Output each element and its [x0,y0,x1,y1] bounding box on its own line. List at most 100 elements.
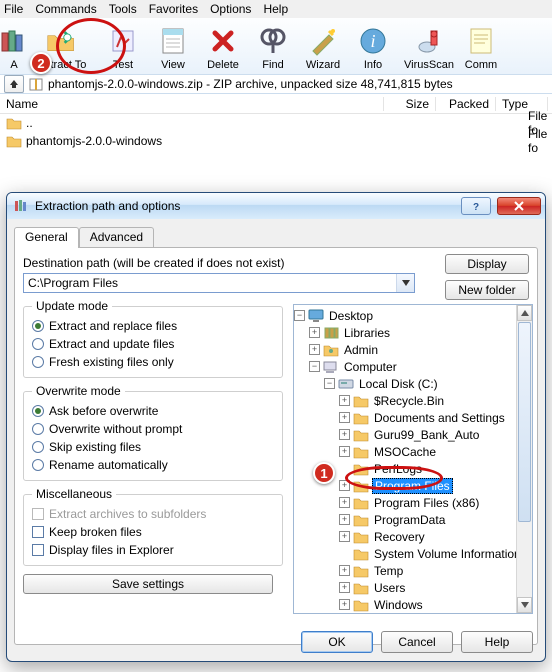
tree-node[interactable]: +Program Files (x86) [294,494,532,511]
dialog-buttons: OK Cancel Help [301,631,533,653]
tree-node[interactable]: −Computer [294,358,532,375]
display-button[interactable]: Display [445,254,529,274]
list-item[interactable]: .. File fo [0,114,552,132]
tab-advanced[interactable]: Advanced [79,227,154,247]
menu-tools[interactable]: Tools [109,2,137,16]
tree-node[interactable]: +Users [294,579,532,596]
expand-icon[interactable]: + [309,327,320,338]
collapse-icon[interactable]: − [294,310,305,321]
overwrite-mode-group: Overwrite mode Ask before overwrite Over… [23,384,283,481]
radio-extract-replace[interactable]: Extract and replace files [32,317,274,335]
tree-node-label: Admin [342,343,380,357]
up-button[interactable] [4,75,24,93]
tree-node[interactable]: +Libraries [294,324,532,341]
radio-rename-auto[interactable]: Rename automatically [32,456,274,474]
expand-icon[interactable]: + [339,429,350,440]
tree-node[interactable]: +Guru99_Bank_Auto [294,426,532,443]
toolbar-add-button[interactable]: A [2,25,26,72]
save-settings-button[interactable]: Save settings [23,574,273,594]
collapse-icon[interactable]: − [324,378,335,389]
tab-general[interactable]: General [14,227,79,248]
toolbar-extract-to-button[interactable]: Extract To [26,25,98,72]
toolbar-info-button[interactable]: i Info [348,25,398,72]
expand-icon[interactable]: + [339,565,350,576]
menu-commands[interactable]: Commands [35,2,96,16]
toolbar-delete-button[interactable]: Delete [198,25,248,72]
expand-icon[interactable]: + [309,344,320,355]
tree-node[interactable]: +ProgramData [294,511,532,528]
dest-path-combobox[interactable]: C:\Program Files [23,273,415,293]
tree-node[interactable]: −Local Disk (C:) [294,375,532,392]
virusscan-label: VirusScan [404,59,454,71]
radio-extract-update[interactable]: Extract and update files [32,335,274,353]
menu-file[interactable]: File [4,2,23,16]
toolbar-view-button[interactable]: View [148,25,198,72]
help-button[interactable]: Help [461,631,533,653]
tree-node[interactable]: +Local Disk (D:) [294,613,532,614]
tree-node[interactable]: +$Recycle.Bin [294,392,532,409]
radio-overwrite-noprompt[interactable]: Overwrite without prompt [32,420,274,438]
folder-tree[interactable]: −Desktop+Libraries+Admin−Computer−Local … [293,304,533,614]
toolbar-virusscan-button[interactable]: VirusScan [398,25,460,72]
radio-skip-existing[interactable]: Skip existing files [32,438,274,456]
chevron-down-icon[interactable] [396,274,414,292]
tree-scrollbar[interactable] [516,305,532,613]
folder-icon [353,462,369,476]
menu-help[interactable]: Help [263,2,288,16]
expand-icon[interactable]: + [339,446,350,457]
extract-to-label: Extract To [38,59,87,71]
col-size[interactable]: Size [384,97,436,111]
expand-icon[interactable]: + [339,480,350,491]
toolbar-wizard-button[interactable]: Wizard [298,25,348,72]
ok-button[interactable]: OK [301,631,373,653]
tree-node[interactable]: −Desktop [294,307,532,324]
expand-icon[interactable]: + [339,531,350,542]
tree-node[interactable]: + Admin [294,341,532,358]
tree-node[interactable]: +Windows [294,596,532,613]
collapse-icon[interactable]: − [309,361,320,372]
tree-node[interactable]: PerfLogs [294,460,532,477]
radio-icon [32,459,44,471]
menu-favorites[interactable]: Favorites [149,2,198,16]
tree-node[interactable]: System Volume Information [294,545,532,562]
help-button-titlebar[interactable]: ? [461,197,491,215]
toolbar-find-button[interactable]: Find [248,25,298,72]
list-item[interactable]: phantomjs-2.0.0-windows File fo [0,132,552,150]
add-label: A [10,59,17,71]
expand-icon[interactable]: + [339,412,350,423]
user-icon [323,343,339,357]
check-keep-broken[interactable]: Keep broken files [32,523,274,541]
tree-node[interactable]: +Documents and Settings [294,409,532,426]
cancel-button[interactable]: Cancel [381,631,453,653]
expand-icon[interactable]: + [339,599,350,610]
toolbar-comment-button[interactable]: Comm [460,25,502,72]
expand-icon[interactable]: + [339,514,350,525]
scroll-down-icon[interactable] [517,597,532,613]
scroll-up-icon[interactable] [517,305,532,321]
close-button[interactable] [497,197,541,215]
misc-legend: Miscellaneous [32,487,116,501]
expand-icon[interactable]: + [339,582,350,593]
col-packed[interactable]: Packed [436,97,496,111]
expand-icon[interactable]: + [339,497,350,508]
scroll-thumb[interactable] [518,322,531,522]
tree-node[interactable]: + Recovery [294,528,532,545]
tree-node[interactable]: +MSOCache [294,443,532,460]
tree-node[interactable]: +Program Files [294,477,532,494]
check-display-explorer[interactable]: Display files in Explorer [32,541,274,559]
new-folder-button[interactable]: New folder [445,280,529,300]
radio-ask-before[interactable]: Ask before overwrite [32,402,274,420]
col-name[interactable]: Name [0,97,384,111]
file-name: .. [26,116,404,130]
tree-node-label: Recovery [372,530,427,544]
menubar: File Commands Tools Favorites Options He… [0,0,552,18]
dialog-titlebar[interactable]: Extraction path and options ? [7,193,545,219]
up-arrow-icon [8,78,20,90]
expand-icon[interactable]: + [339,395,350,406]
toolbar-test-button[interactable]: Test [98,25,148,72]
radio-fresh-only[interactable]: Fresh existing files only [32,353,274,371]
menu-options[interactable]: Options [210,2,251,16]
svg-text:i: i [370,31,375,51]
tree-node[interactable]: +Temp [294,562,532,579]
close-icon [513,201,525,211]
